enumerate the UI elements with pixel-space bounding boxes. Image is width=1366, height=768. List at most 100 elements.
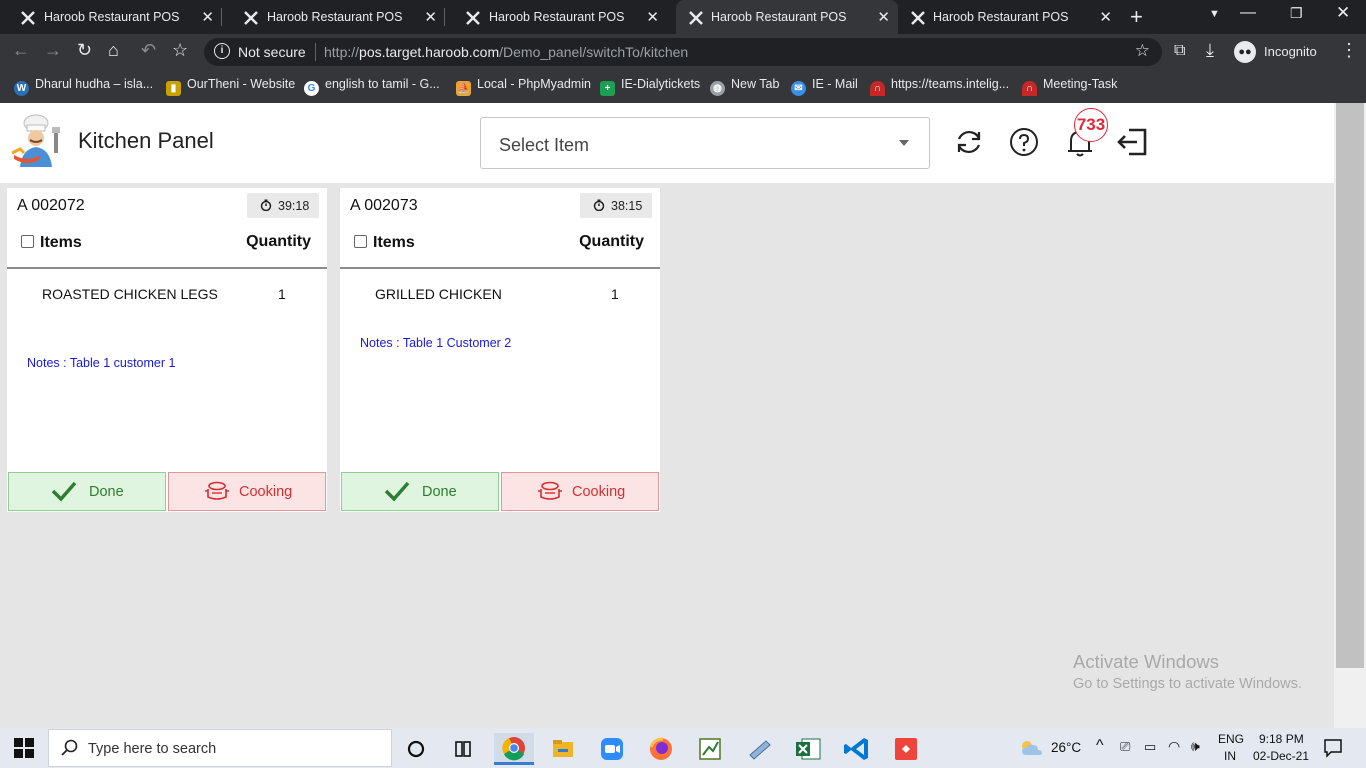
firefox-icon[interactable] [641,733,681,765]
meeting-icon: ∩ [1022,81,1037,96]
clock-date[interactable]: 02-Dec-21 [1253,749,1309,763]
close-tab-icon[interactable]: ✕ [201,8,214,26]
item-select-dropdown[interactable]: Select Item [480,117,930,169]
weather-temperature[interactable]: 26°C [1051,740,1081,755]
chevron-down-icon [899,140,909,146]
order-notes: Notes : Table 1 Customer 2 [360,336,512,350]
anydesk-icon[interactable] [886,733,926,765]
help-icon[interactable] [1007,125,1041,159]
globe-icon: ◍ [710,81,725,96]
minimize-icon[interactable]: — [1240,4,1256,22]
more-menu-icon[interactable]: ⋮ [1340,40,1358,61]
close-window-icon[interactable]: ✕ [1336,3,1350,23]
haroob-favicon-icon [466,11,480,25]
cooking-pot-icon [205,481,229,500]
task-view-icon[interactable] [443,733,483,765]
bookmark-item[interactable]: Genglish to tamil - G... [304,77,440,96]
cooking-label: Cooking [239,484,293,500]
chart-app-icon[interactable] [690,733,730,765]
undo-icon[interactable]: ↶ [141,40,156,61]
home-icon[interactable]: ⌂ [108,40,119,61]
wifi-icon[interactable]: ◠ [1168,738,1180,755]
url-text[interactable]: http://pos.target.haroob.com/Demo_panel/… [324,44,688,60]
meet-now-icon[interactable]: ⎚ [1120,739,1130,755]
language-code[interactable]: ENG [1218,732,1244,746]
clock-time[interactable]: 9:18 PM [1259,732,1304,746]
bookmark-item[interactable]: ∩ Meeting-Task [1022,77,1117,96]
bookmark-item[interactable]: ∩ https://teams.intelig... [870,77,1009,96]
battery-icon[interactable]: ▭ [1144,739,1156,755]
excel-icon[interactable] [788,733,828,765]
browser-tab[interactable]: Haroob Restaurant POS ✕ [223,0,445,34]
notification-count-badge: 733 [1074,108,1108,142]
vscode-icon[interactable] [837,733,877,765]
done-label: Done [89,484,124,500]
site-info-icon[interactable]: i [214,43,230,59]
bookmark-item[interactable]: ⛵ Local - PhpMyadmin [456,77,591,96]
address-bar[interactable]: i Not secure http://pos.target.haroob.co… [204,38,1162,66]
scrollbar-thumb[interactable] [1336,103,1364,668]
page-scrollbar[interactable] [1334,103,1366,728]
header-divider [7,267,327,269]
reload-icon[interactable]: ↻ [77,40,92,61]
bookmark-item[interactable]: ◍ New Tab [710,77,779,96]
quantity-header: Quantity [246,233,311,250]
download-icon[interactable]: ⤓ [1206,40,1214,61]
item-quantity: 1 [611,286,619,302]
close-tab-icon[interactable]: ✕ [1099,8,1112,26]
checkmark-icon [384,481,410,502]
sheets-icon: + [600,81,615,96]
taskbar-search-box[interactable]: Type here to search [48,729,392,767]
haroob-favicon-icon [21,11,35,25]
select-all-checkbox[interactable] [354,235,367,248]
cooking-button[interactable]: Cooking [168,472,326,511]
bookmark-item[interactable]: + IE-Dialytickets [600,77,701,96]
url-prefix: http:// [324,44,360,60]
order-card: A 002072 39:18 Items Quantity ROASTED CH… [7,188,327,512]
done-button[interactable]: Done [341,472,499,511]
back-icon[interactable]: ← [12,40,30,61]
haroob-favicon-icon [911,11,925,25]
forward-icon[interactable]: → [44,40,62,61]
zoom-icon[interactable] [592,733,632,765]
item-quantity: 1 [278,286,286,302]
crop-icon[interactable]: ⧉ [1174,42,1185,60]
select-all-checkbox[interactable] [21,235,34,248]
checkmark-icon [51,481,77,502]
bookmark-item[interactable]: ▮ OurTheni - Website [166,77,295,96]
bookmark-star-icon[interactable]: ☆ [172,40,188,61]
browser-tab[interactable]: Haroob Restaurant POS ✕ [898,0,1120,34]
file-explorer-icon[interactable] [543,733,583,765]
notepad-icon[interactable] [739,733,779,765]
close-tab-icon[interactable]: ✕ [646,8,659,26]
bookmark-item[interactable]: W Dharul hudha – isla... [14,77,153,96]
phpmyadmin-icon: ⛵ [456,81,471,96]
cortana-icon[interactable] [396,733,436,765]
bookmark-item[interactable]: ✉ IE - Mail [791,77,858,96]
done-button[interactable]: Done [8,472,166,511]
restore-window-icon[interactable]: ❐ [1290,5,1303,22]
volume-icon[interactable]: 🕪 [1191,738,1200,755]
chrome-taskbar-icon[interactable] [494,733,534,765]
timer-value: 38:15 [611,199,643,213]
wordpress-icon: W [14,81,29,96]
url-path: /Demo_panel/switchTo/kitchen [499,44,689,60]
tab-search-icon[interactable]: ▼ [1209,8,1220,20]
browser-tab[interactable]: Haroob Restaurant POS ✕ [0,0,222,34]
cooking-button[interactable]: Cooking [501,472,659,511]
windows-start-icon[interactable] [14,738,34,758]
close-tab-icon[interactable]: ✕ [424,8,437,26]
logout-icon[interactable] [1115,125,1149,159]
close-tab-icon[interactable]: ✕ [877,8,890,26]
bookmark-page-icon[interactable]: ☆ [1135,41,1150,61]
language-region[interactable]: IN [1224,749,1236,763]
action-center-icon[interactable] [1323,738,1343,758]
bookmark-label: IE-Dialytickets [621,77,701,91]
refresh-icon[interactable] [952,125,986,159]
show-hidden-icons-icon[interactable]: ^ [1096,737,1104,755]
new-tab-icon[interactable]: + [1130,4,1143,30]
browser-tab-active[interactable]: Haroob Restaurant POS ✕ [676,0,898,34]
weather-cloud-icon[interactable] [1018,738,1044,758]
tab-title: Haroob Restaurant POS [933,10,1069,24]
browser-tab[interactable]: Haroob Restaurant POS ✕ [445,0,667,34]
